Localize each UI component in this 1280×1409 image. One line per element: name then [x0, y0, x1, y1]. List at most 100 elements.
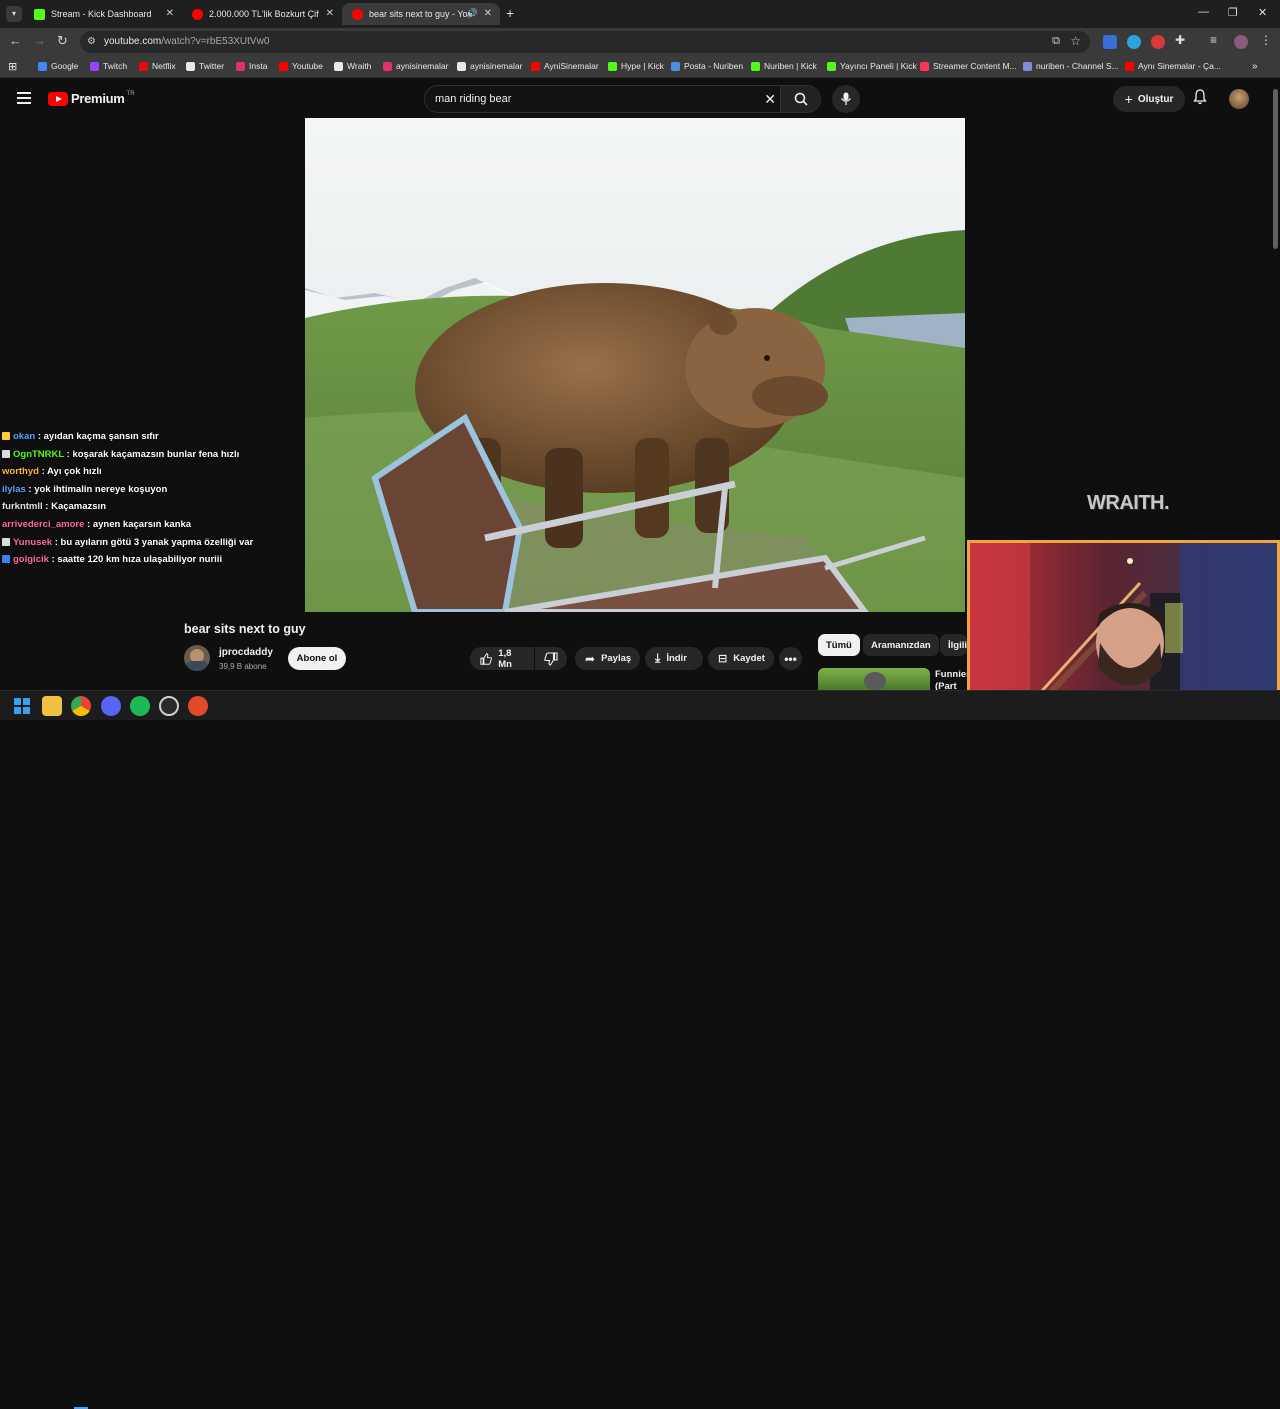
channel-name[interactable]: jprocdaddy — [219, 647, 273, 658]
clear-search-icon[interactable]: ✕ — [764, 91, 776, 108]
close-window-icon[interactable]: ✕ — [1258, 6, 1267, 19]
chat-badge-icon — [2, 432, 10, 440]
chrome-icon[interactable] — [71, 696, 91, 716]
bookmark-item[interactable]: Insta — [236, 61, 267, 71]
tab-bear-video[interactable]: bear sits next to guy - YouT 🔊 ✕ — [342, 3, 500, 25]
bookmark-item[interactable]: Twitter — [186, 61, 224, 71]
search-box[interactable]: man riding bear ✕ — [424, 85, 821, 113]
restore-icon[interactable]: ❐ — [1228, 6, 1238, 19]
bookmark-item[interactable]: Hype | Kick — [608, 61, 664, 71]
reading-list-icon[interactable]: ≡ — [1210, 33, 1224, 47]
video-player[interactable] — [305, 118, 965, 612]
back-icon[interactable]: ← — [9, 33, 22, 48]
bookmark-item[interactable]: Wraith — [334, 61, 371, 71]
speaker-icon[interactable]: 🔊 — [467, 8, 478, 19]
bookmark-item[interactable]: Streamer Content M... — [920, 61, 1017, 71]
save-button[interactable]: ⊟ Kaydet — [708, 647, 774, 670]
search-input[interactable]: man riding bear — [435, 93, 511, 105]
bookmark-item[interactable]: Youtube — [279, 61, 323, 71]
tab-label: bear sits next to guy - YouT — [369, 9, 474, 19]
site-info-icon[interactable]: ⚙ — [87, 36, 96, 47]
extension-red-icon[interactable] — [1151, 35, 1165, 49]
chat-message: worthyd : Ayı çok hızlı — [2, 463, 302, 481]
dislike-button[interactable] — [535, 647, 567, 670]
chip-from-search[interactable]: Aramanızdan — [863, 634, 939, 656]
youtube-play-logo-icon — [48, 91, 68, 106]
bookmark-item[interactable]: aynisinemalar — [457, 61, 522, 71]
minimize-icon[interactable]: — — [1198, 6, 1209, 18]
bookmark-label: Nuriben | Kick — [764, 61, 817, 71]
reload-icon[interactable]: ↻ — [57, 33, 68, 49]
forward-icon[interactable]: → — [33, 33, 46, 48]
address-toolbar: ← → ↻ ⚙ youtube.com/watch?v=rbE53XUtVw0 … — [0, 28, 1280, 56]
tab-bozkurt[interactable]: 2.000.000 TL'lik Bozkurt Çiftliği ✕ — [182, 3, 342, 25]
download-icon: ⤓ — [655, 651, 661, 665]
tab-search-icon[interactable]: ▾ — [6, 6, 22, 22]
bookmark-favicon-icon — [279, 61, 288, 71]
like-button[interactable]: 1,8 Mn — [470, 647, 534, 670]
bookmark-item[interactable]: Yayıncı Paneli | Kick — [827, 61, 917, 71]
close-tab-icon[interactable]: ✕ — [166, 8, 174, 19]
bookmark-item[interactable]: aynisinemalar — [383, 61, 448, 71]
notifications-bell-icon[interactable] — [1193, 89, 1207, 110]
url-host: youtube.com — [104, 36, 162, 47]
search-button[interactable] — [780, 86, 820, 112]
bookmark-item[interactable]: Nuriben | Kick — [751, 61, 817, 71]
like-count: 1,8 Mn — [498, 647, 512, 670]
bookmark-item[interactable]: Netflix — [139, 61, 176, 71]
omnibox[interactable]: ⚙ youtube.com/watch?v=rbE53XUtVw0 ⧉ ☆ — [80, 31, 1090, 53]
chat-badge-icon — [2, 555, 10, 564]
related-video-title[interactable]: Funnies — [935, 669, 967, 680]
bookmark-item[interactable]: AyniSinemalar — [531, 61, 599, 71]
bookmark-star-icon[interactable]: ☆ — [1070, 34, 1081, 48]
account-avatar[interactable] — [1229, 89, 1249, 109]
tab-kick-dashboard[interactable]: Stream - Kick Dashboard ✕ — [24, 3, 182, 25]
extensions-puzzle-icon[interactable]: ✚ — [1175, 33, 1189, 47]
chat-username: worthyd — [2, 466, 39, 478]
close-tab-icon[interactable]: ✕ — [326, 8, 334, 19]
bookmark-label: Streamer Content M... — [933, 61, 1017, 71]
bookmark-item[interactable]: Google — [38, 61, 78, 71]
chat-username: ilylas — [2, 483, 26, 495]
apps-grid-icon[interactable]: ⊞ — [8, 60, 17, 73]
more-bookmarks-icon[interactable]: » — [1252, 61, 1258, 72]
bookmark-item[interactable]: Posta - Nuriben — [671, 61, 743, 71]
chip-related[interactable]: İlgili — [940, 634, 967, 656]
windows-taskbar — [0, 690, 1280, 1409]
more-horizontal-icon: ••• — [784, 651, 797, 666]
chrome-menu-icon[interactable]: ⋮ — [1260, 33, 1274, 47]
more-actions-button[interactable]: ••• — [779, 647, 802, 670]
youtube-premium-logo[interactable]: Premium TR — [48, 91, 135, 106]
related-video-thumbnail[interactable] — [818, 668, 930, 690]
subscriber-count: 39,9 B abone — [219, 662, 267, 671]
install-app-icon[interactable]: ⧉ — [1052, 35, 1060, 48]
subscribe-button[interactable]: Abone ol — [288, 647, 346, 670]
create-button[interactable]: + Oluştur — [1113, 86, 1185, 112]
chat-text: : yok ihtimalin nereye koşuyon — [25, 483, 168, 495]
bookmark-item[interactable]: nuriben - Channel S... — [1023, 61, 1119, 71]
voice-search-button[interactable] — [832, 85, 860, 113]
bookmark-item[interactable]: Twitch — [90, 61, 127, 71]
download-button[interactable]: ⤓ İndir — [645, 647, 703, 670]
chat-text: : ayıdan kaçma şansın sıfır — [35, 431, 159, 442]
steam-icon[interactable] — [159, 696, 179, 716]
extension-blue-icon[interactable] — [1127, 35, 1141, 49]
new-tab-button[interactable]: + — [506, 5, 514, 21]
scrollbar-thumb[interactable] — [1273, 89, 1278, 249]
profile-avatar-icon[interactable] — [1234, 35, 1248, 49]
hamburger-menu-icon[interactable] — [17, 92, 31, 104]
discord-icon[interactable] — [101, 696, 121, 716]
windows-start-icon[interactable] — [12, 696, 32, 716]
obs-icon[interactable] — [188, 696, 208, 716]
spotify-icon[interactable] — [130, 696, 150, 716]
channel-avatar[interactable] — [184, 645, 210, 671]
extension-shield-icon[interactable] — [1103, 35, 1117, 49]
share-button[interactable]: ➦ Paylaş — [575, 647, 640, 670]
close-tab-icon[interactable]: ✕ — [484, 8, 492, 19]
bookmark-item[interactable]: Aynı Sinemalar - Ça... — [1125, 61, 1221, 71]
chip-all[interactable]: Tümü — [818, 634, 860, 656]
bookmark-label: Wraith — [347, 61, 372, 71]
file-explorer-icon[interactable] — [42, 696, 62, 716]
bookmark-favicon-icon — [139, 61, 148, 71]
kick-favicon-icon — [34, 8, 45, 20]
